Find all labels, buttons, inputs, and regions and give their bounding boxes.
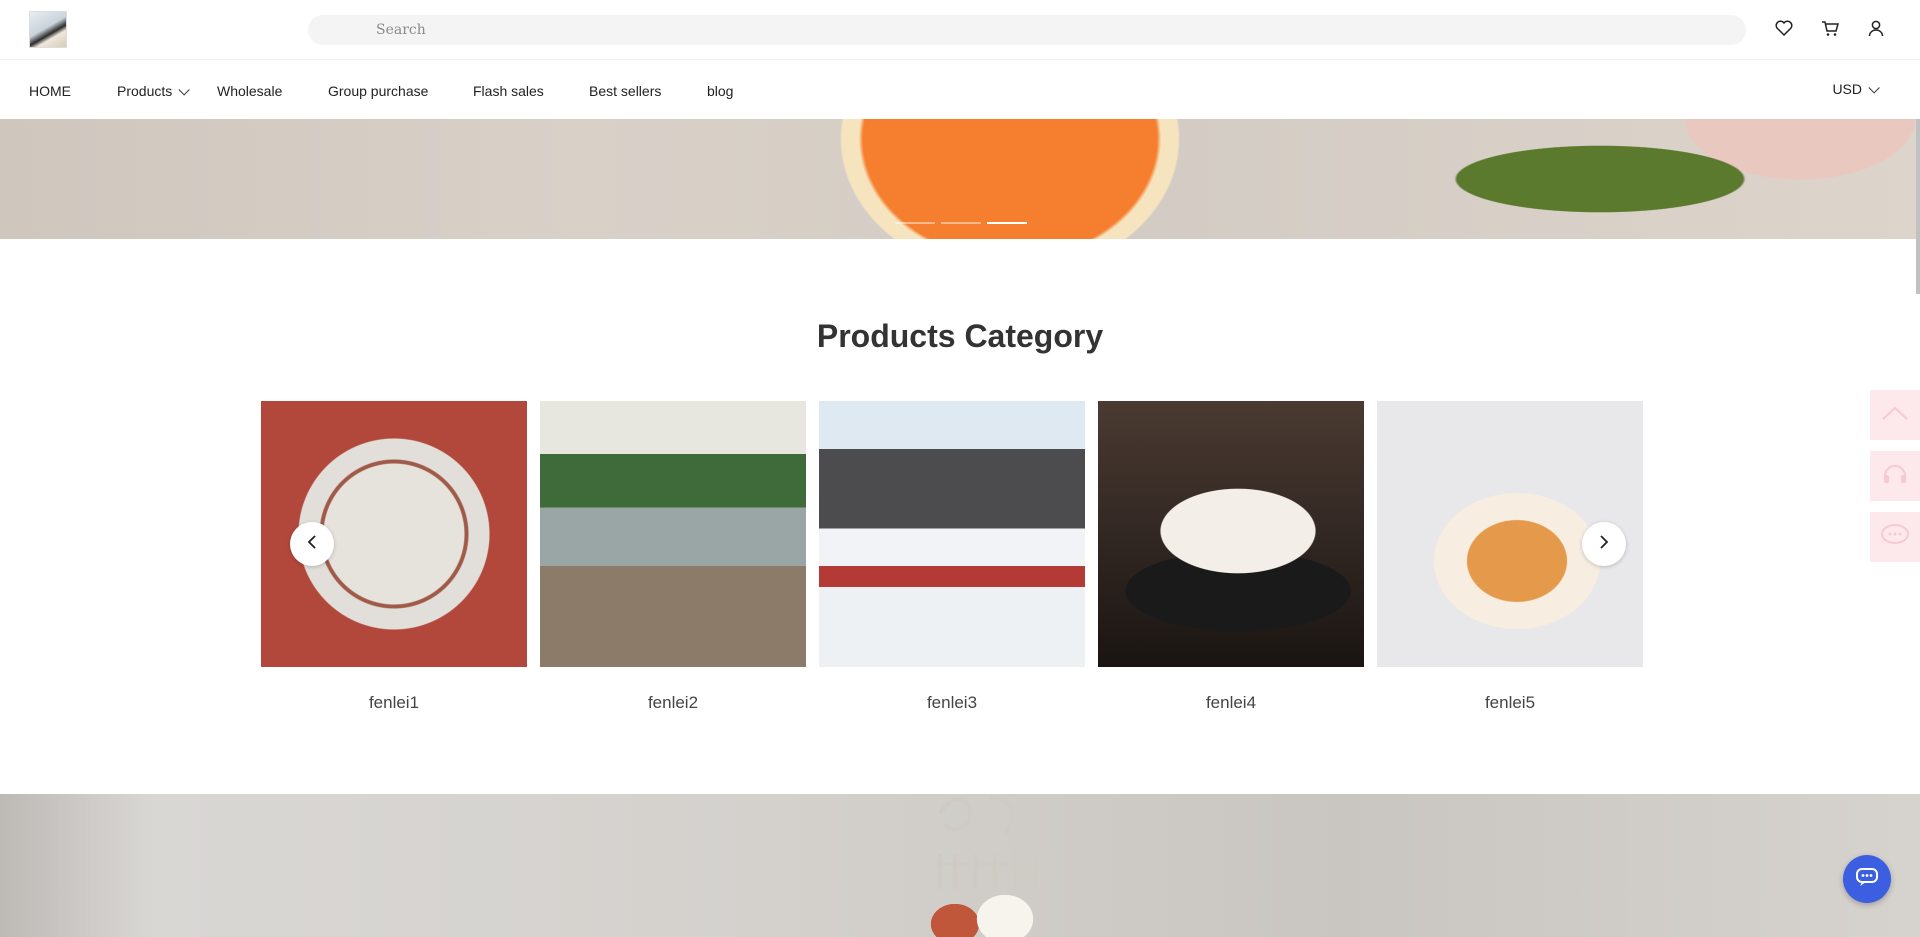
- chat-bubble-icon: [1855, 867, 1879, 892]
- user-icon[interactable]: [1865, 17, 1887, 39]
- nav-best-sellers[interactable]: Best sellers: [589, 83, 661, 99]
- category-image[interactable]: [819, 401, 1085, 667]
- category-card[interactable]: fenlei3: [819, 401, 1085, 713]
- slider-dot[interactable]: [941, 222, 981, 224]
- chevron-down-icon: [1868, 82, 1880, 94]
- cake-topper-image: [930, 794, 1060, 894]
- header: [0, 0, 1920, 60]
- category-image[interactable]: [540, 401, 806, 667]
- message-icon: [1880, 523, 1910, 551]
- nav-flash-sales[interactable]: Flash sales: [473, 83, 544, 99]
- currency-selector[interactable]: USD: [1832, 81, 1880, 97]
- headset-icon: [1882, 462, 1908, 491]
- secondary-banner[interactable]: [0, 794, 1920, 937]
- logo[interactable]: [29, 11, 67, 48]
- back-to-top-button[interactable]: [1870, 390, 1920, 440]
- hero-banner[interactable]: [0, 119, 1920, 239]
- scrollbar[interactable]: [1916, 119, 1920, 294]
- nav-home[interactable]: HOME: [29, 83, 71, 99]
- chat-button[interactable]: [1843, 855, 1891, 903]
- nav-products-label: Products: [117, 83, 173, 99]
- category-label[interactable]: fenlei1: [261, 693, 527, 713]
- currency-label: USD: [1832, 81, 1862, 97]
- category-label[interactable]: fenlei5: [1377, 693, 1643, 713]
- chevron-right-icon: [1599, 534, 1609, 554]
- cart-icon[interactable]: [1819, 17, 1841, 39]
- slider-dots: [895, 222, 1030, 225]
- section-title: Products Category: [816, 318, 1104, 354]
- carousel-prev-button[interactable]: [290, 522, 334, 566]
- search-bar[interactable]: [308, 15, 1746, 45]
- category-label[interactable]: fenlei2: [540, 693, 806, 713]
- chevron-left-icon: [307, 534, 317, 554]
- category-card[interactable]: fenlei4: [1098, 401, 1364, 713]
- main-nav: HOME Products Wholesale Group purchase F…: [0, 61, 1920, 119]
- arrow-up-icon: [1881, 405, 1909, 426]
- category-label[interactable]: fenlei4: [1098, 693, 1364, 713]
- nav-wholesale[interactable]: Wholesale: [217, 83, 282, 99]
- carousel-next-button[interactable]: [1582, 522, 1626, 566]
- nav-products[interactable]: Products: [117, 83, 191, 99]
- chevron-down-icon: [178, 84, 191, 96]
- category-card[interactable]: fenlei2: [540, 401, 806, 713]
- customer-service-button[interactable]: [1870, 451, 1920, 501]
- nav-blog[interactable]: blog: [707, 83, 733, 99]
- flower-decoration: [905, 889, 1065, 937]
- slider-dot-active[interactable]: [987, 222, 1027, 224]
- category-label[interactable]: fenlei3: [819, 693, 1085, 713]
- slider-dot[interactable]: [895, 222, 935, 224]
- search-input[interactable]: [374, 16, 1674, 44]
- nav-group-purchase[interactable]: Group purchase: [328, 83, 428, 99]
- heart-icon[interactable]: [1773, 17, 1795, 39]
- message-button[interactable]: [1870, 512, 1920, 562]
- category-image[interactable]: [1098, 401, 1364, 667]
